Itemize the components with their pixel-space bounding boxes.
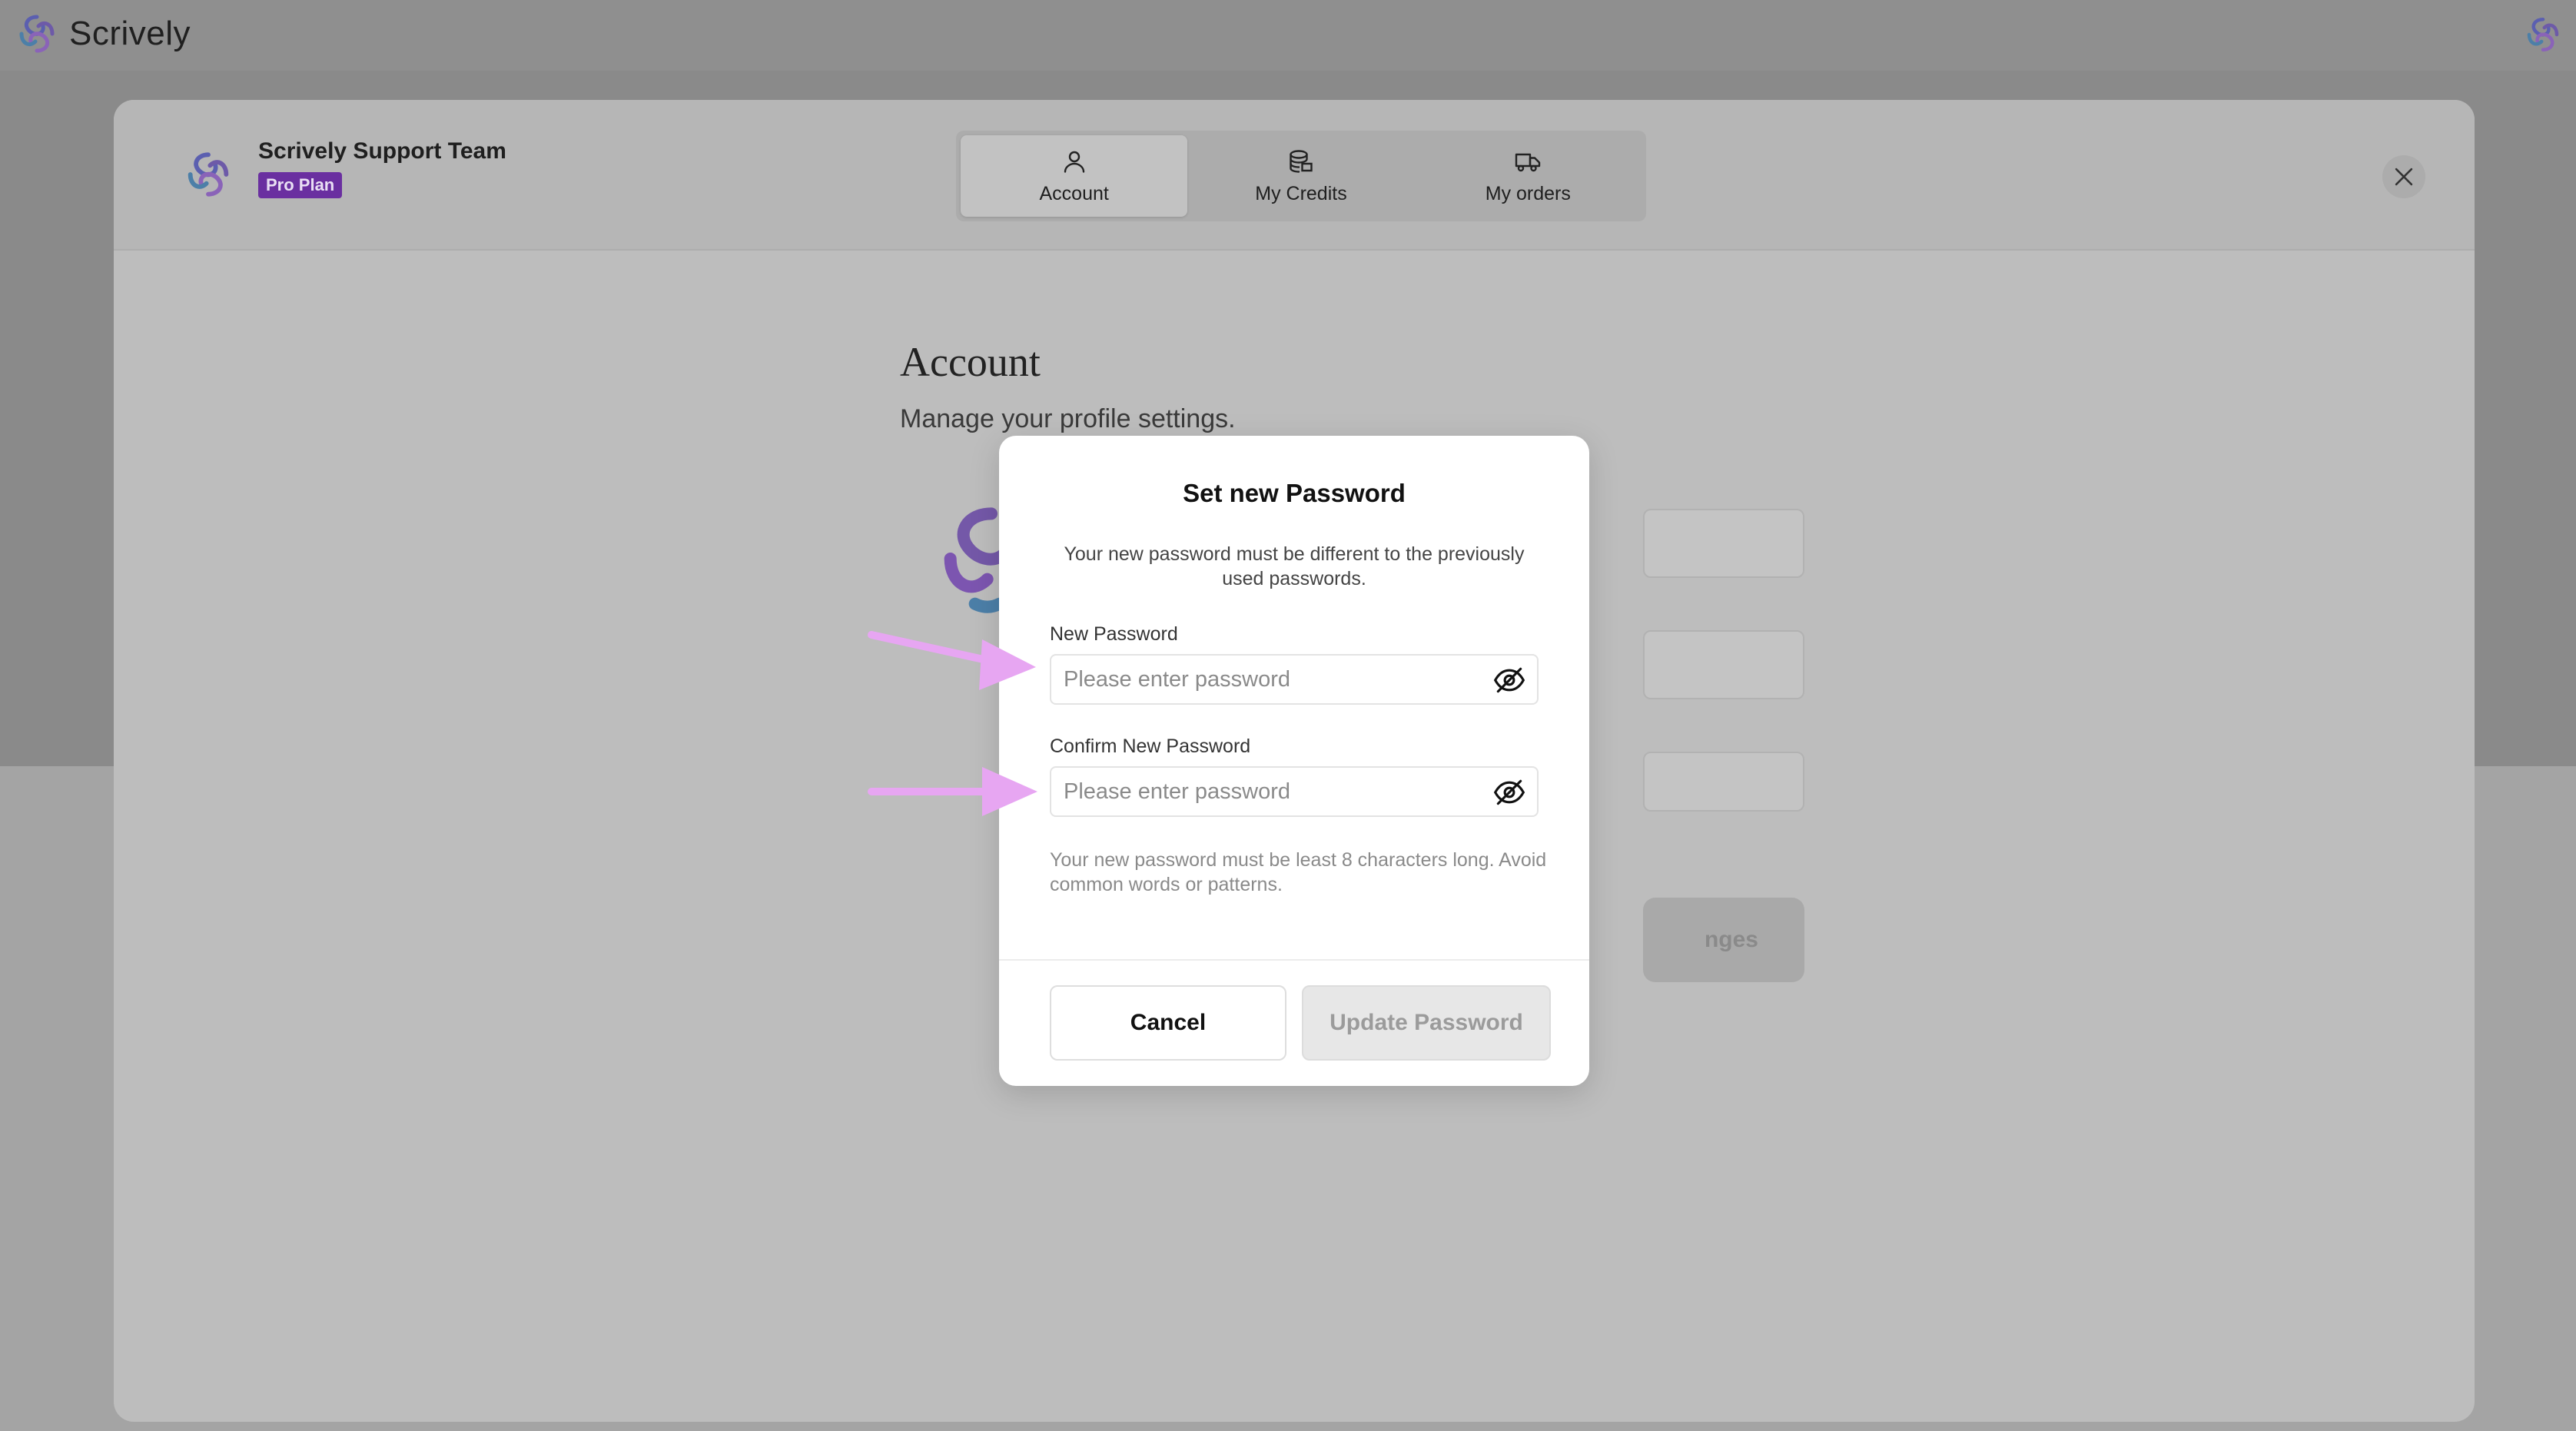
settings-header: Scrively Support Team Pro Plan Account M… — [114, 100, 2475, 251]
tab-label: My orders — [1485, 182, 1571, 204]
profile-avatar-icon — [188, 152, 229, 197]
user-icon — [1064, 151, 1084, 173]
tab-my-orders[interactable]: My orders — [1415, 135, 1642, 217]
scrively-logo-icon — [19, 15, 55, 53]
close-icon — [2395, 168, 2413, 186]
new-password-input[interactable] — [1050, 654, 1539, 705]
page-title: Account — [900, 339, 1041, 385]
tab-label: Account — [1039, 182, 1109, 204]
tab-account[interactable]: Account — [961, 135, 1188, 217]
password-field[interactable] — [1643, 752, 1804, 812]
truck-icon — [1515, 153, 1541, 171]
settings-tabs: Account My Credits My orders — [956, 131, 1646, 221]
page-subtitle: Manage your profile settings. — [900, 404, 1236, 433]
close-settings-button[interactable] — [2382, 155, 2425, 198]
confirm-password-label: Confirm New Password — [1050, 735, 1251, 757]
profile-name: Scrively Support Team — [258, 138, 506, 164]
annotation-arrow-icon — [868, 767, 1037, 816]
tab-label: My Credits — [1255, 182, 1347, 204]
dialog-title: Set new Password — [1183, 479, 1406, 507]
brand[interactable]: Scrively — [14, 11, 191, 57]
plan-badge: Pro Plan — [258, 172, 343, 198]
coins-icon — [1290, 149, 1313, 173]
eye-off-icon[interactable] — [1492, 775, 1526, 809]
update-password-button[interactable]: Update Password — [1302, 985, 1551, 1061]
brand-name: Scrively — [69, 15, 191, 52]
save-changes-button[interactable]: nges — [1643, 898, 1804, 982]
app-topbar: Scrively — [0, 0, 2576, 71]
profile-summary: Scrively Support Team Pro Plan — [181, 138, 506, 201]
password-hint: Your new password must be least 8 charac… — [1050, 849, 1547, 895]
tab-my-credits[interactable]: My Credits — [1187, 135, 1414, 217]
annotation-arrow-icon — [868, 631, 1036, 690]
dialog-description: Your new password must be different to t… — [1064, 543, 1525, 589]
new-password-label: New Password — [1050, 623, 1178, 645]
eye-off-icon[interactable] — [1492, 663, 1526, 697]
name-field[interactable] — [1643, 509, 1804, 578]
set-password-dialog: Set new Password Your new password must … — [999, 436, 1589, 1086]
email-field[interactable] — [1643, 630, 1804, 699]
dialog-divider — [999, 959, 1589, 961]
scrively-logo-icon[interactable] — [2522, 14, 2564, 55]
cancel-button[interactable]: Cancel — [1050, 985, 1286, 1061]
confirm-password-input[interactable] — [1050, 766, 1539, 817]
